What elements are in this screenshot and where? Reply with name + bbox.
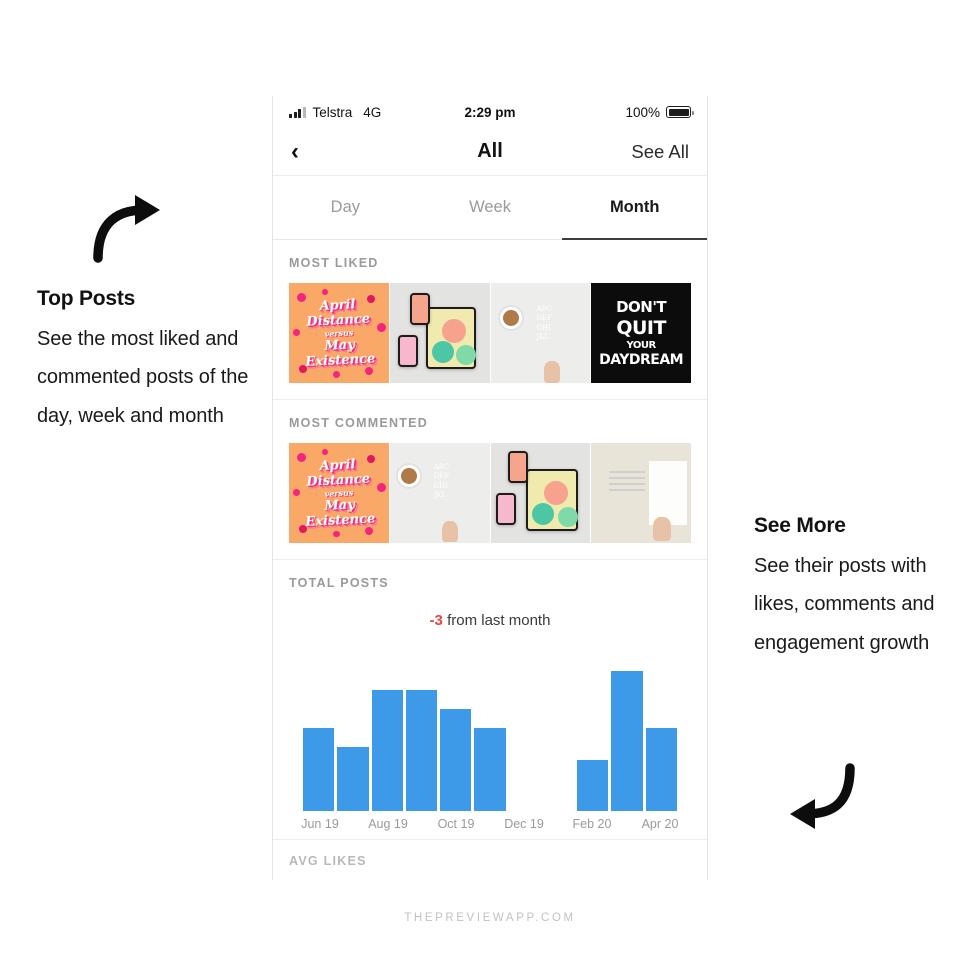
navigation-bar: ‹ All See All [273, 128, 707, 176]
thumbnail-april-distance-may-existence[interactable]: April Distance versus May Existence [289, 442, 389, 543]
axis-label: Feb 20 [572, 816, 612, 831]
thumbnail-tablet-sketch-linework[interactable] [591, 442, 691, 543]
tab-month[interactable]: Month [562, 176, 707, 240]
thumbnail-tablet-phone-pears[interactable] [389, 283, 490, 383]
delta-label: from last month [447, 611, 551, 629]
axis-label: Oct 19 [437, 816, 475, 831]
thumbnail-coffee-tablet-alphabet[interactable]: ABC DEF GHI JKL [389, 442, 490, 543]
most-liked-title: MOST LIKED [289, 256, 379, 270]
thumbnail-tablet-phone-pears[interactable] [490, 442, 591, 543]
avg-likes-title: AVG LIKES [289, 853, 367, 865]
most-commented-thumbnails: April Distance versus May Existence ABC DEF GH… [289, 442, 691, 559]
curved-arrow-down-left-icon [790, 763, 855, 829]
battery-percent-label: 100% [625, 104, 660, 120]
thumbnail-coffee-tablet-alphabet[interactable]: ABC DEF GHI JKL [490, 283, 591, 383]
annotation-right-title: See More [754, 514, 846, 537]
thumbnail-april-distance-may-existence[interactable]: April Distance versus May Existence [289, 283, 389, 383]
bar-aug-19 [371, 690, 403, 811]
annotation-right-body: See their posts with likes, comments and… [754, 555, 935, 654]
most-liked-thumbnails: April Distance versus May Existence ABC DEF GH… [289, 283, 691, 399]
bar-apr-20 [645, 728, 677, 811]
chart-x-axis: Jun 19 Aug 19 Oct 19 Dec 19 Feb 20 Apr 20 [301, 816, 679, 839]
bar-jul-19 [337, 747, 369, 811]
phone-screen: Telstra 4G 2:29 pm 100% ‹ All See All Da… [272, 96, 708, 880]
battery-full-icon [666, 106, 694, 118]
bar-mar-20 [611, 671, 643, 811]
period-tabs: Day Week Month [273, 176, 707, 240]
watermark: THEPREVIEWAPP.COM [404, 912, 576, 924]
axis-label: Apr 20 [641, 816, 679, 831]
status-bar-left: Telstra 4G [289, 105, 381, 120]
axis-label: Jun 19 [301, 816, 339, 831]
tab-day[interactable]: Day [273, 176, 418, 239]
total-posts-title: TOTAL POSTS [289, 575, 389, 590]
most-liked-section: MOST LIKED April Distance versus May Existen… [273, 240, 707, 399]
curved-arrow-up-right-icon [93, 195, 160, 263]
carrier-label: Telstra [312, 104, 353, 120]
tab-week[interactable]: Week [418, 176, 563, 239]
most-commented-title: MOST COMMENTED [289, 415, 429, 430]
annotation-left-body: See the most liked and commented posts o… [37, 328, 249, 427]
chevron-left-icon[interactable]: ‹ [291, 139, 321, 164]
network-type-label: 4G [363, 104, 382, 120]
bar-sep-19 [405, 690, 438, 811]
delta-value: -3 [429, 611, 443, 629]
total-posts-delta: -3 from last month [289, 612, 691, 629]
avg-likes-section: AVG LIKES [273, 838, 707, 865]
annotation-left: Top Posts See the most liked and comment… [37, 287, 267, 435]
status-bar-right: 100% [625, 104, 694, 120]
signal-bars-icon [289, 106, 306, 118]
bar-nov-19 [474, 728, 506, 811]
see-all-button[interactable]: See All [631, 141, 689, 163]
axis-label: Dec 19 [504, 816, 544, 831]
bar-feb-20 [577, 759, 609, 811]
status-bar: Telstra 4G 2:29 pm 100% [273, 96, 707, 128]
thumbnail-dont-quit-your-daydream[interactable]: DON'T QUIT YOUR DAYDREAM [591, 283, 691, 383]
total-posts-bar-chart [303, 659, 677, 811]
most-commented-section: MOST COMMENTED April Distance versus May Exi… [273, 398, 707, 559]
bar-jun-19 [303, 728, 335, 811]
annotation-right: See More See their posts with likes, com… [754, 514, 969, 662]
poster-canvas: Top Posts See the most liked and comment… [0, 0, 980, 980]
bar-oct-19 [440, 709, 472, 811]
total-posts-section: TOTAL POSTS -3 from last month Jun 19 Aug… [273, 558, 707, 839]
annotation-left-title: Top Posts [37, 287, 136, 310]
axis-label: Aug 19 [368, 816, 408, 831]
